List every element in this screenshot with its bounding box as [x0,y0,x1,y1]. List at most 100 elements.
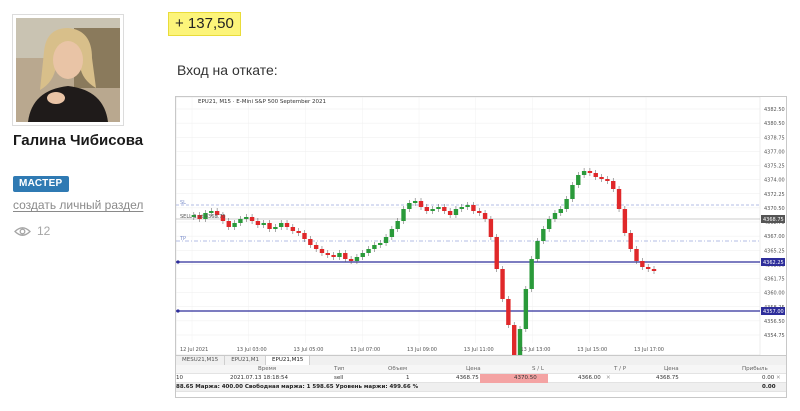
candle [628,233,633,249]
candle [244,217,249,219]
time-tick-label: 13 Jul 15:00 [577,347,607,353]
time-tick-label: 13 Jul 07:00 [350,347,380,353]
price-tick-label: 4380.50 [764,121,785,127]
chart-title: EPU21, M15 · E-Mini S&P 500 September 20… [198,99,326,105]
candle [512,325,517,355]
candle [447,211,453,215]
candle [232,223,237,227]
candle [593,173,598,177]
price-badge: 4368.75 [763,217,784,223]
candle [226,221,231,227]
price-tick-label: 4356.50 [764,319,785,325]
account-summary: 88.65 Маржа: 400.00 Свободная маржа: 1 5… [176,383,786,392]
price-tick-label: 4374.00 [764,178,785,184]
order-volume: 1 [406,375,410,381]
post-caption: Вход на откате: [177,62,278,78]
tab-epu21-m1[interactable]: EPU21,M1 [225,356,267,365]
price-tick-label: 4360.00 [764,291,785,297]
col-profit: Прибыль [742,366,768,372]
candle [500,269,505,299]
candle [581,171,587,175]
candle [558,209,563,213]
candle [360,253,365,257]
candle [523,289,529,329]
candle [354,257,360,261]
candle [418,201,424,207]
table-row[interactable]: 10 2021.07.13 18:18:54 sell 1 4368.75 43… [176,374,786,383]
candle [529,259,534,289]
candle [378,243,383,245]
col-current-price: Цена [664,366,679,372]
time-tick-label: 13 Jul 11:00 [464,347,494,353]
candle [267,223,272,229]
author-avatar-frame[interactable] [12,14,124,126]
candle [343,253,348,259]
candle [308,239,313,245]
candle [412,201,418,203]
candle [395,221,400,229]
col-tp: T / P [614,366,627,372]
candle [453,209,459,215]
candle [465,205,470,207]
candle [599,177,604,179]
sl-marker: SL [180,200,186,206]
candle [348,259,354,261]
col-volume: Объем [388,366,408,372]
view-count-value: 12 [37,224,51,238]
tab-mesu21-m15[interactable]: MESU21,M15 [176,356,226,365]
candle [564,199,569,209]
price-tick-label: 4354.75 [764,333,785,339]
price-badge: 4362.25 [763,260,784,266]
account-summary-profit: 0.00 [762,384,776,390]
order-profit: 0.00 [762,375,775,381]
candle [331,255,336,257]
col-price: Цена [466,366,481,372]
candle [401,209,406,221]
candle [616,189,622,209]
candle [576,175,581,185]
role-badge: МАСТЕР [13,176,69,192]
view-count: 12 [14,224,50,238]
price-tick-label: 4382.50 [764,107,785,113]
tab-epu21-m15[interactable]: EPU21,M15 [266,356,311,365]
order-tp[interactable]: 4366.00 [578,375,601,381]
candle [494,237,499,269]
author-name[interactable]: Галина Чибисова [13,132,153,150]
price-tick-label: 4372.25 [764,192,785,198]
candle [477,211,482,213]
candle [407,203,412,209]
eye-icon [14,226,31,236]
chart-tabs: MESU21,M15 EPU21,M1 EPU21,M15 [176,355,786,365]
candle [273,227,278,229]
profit-badge: + 137,50 [168,12,241,36]
candle [290,227,296,231]
create-personal-section-link[interactable]: создать личный раздел [13,198,143,212]
avatar[interactable] [16,18,120,122]
order-price: 4368.75 [456,375,479,381]
candle [471,205,476,211]
price-tick-label: 4370.50 [764,206,785,212]
time-axis: 12 Jul 2021 13 Jul 03:00 13 Jul 05:00 13 Ju… [180,347,664,353]
time-tick-label: 12 Jul 2021 [180,347,208,353]
time-tick-label: 13 Jul 17:00 [634,347,664,353]
candle [605,179,610,181]
candle [488,219,494,237]
order-type: sell [334,375,344,381]
candle [634,249,639,261]
orders-header: Время Тип Объем Цена S / L T / P Цена Пр… [176,365,786,374]
remove-tp-icon[interactable]: ✕ [606,375,611,381]
candle [459,207,464,209]
candle [383,237,389,243]
order-sl[interactable]: 4370.50 [514,375,537,381]
candle [640,261,645,267]
candle [436,207,441,209]
trading-chart-screenshot: 4382.50 4380.50 4378.75 4377.00 4375.25 4374.… [175,96,787,398]
col-type: Тип [334,366,345,372]
close-order-icon[interactable]: ✕ [776,375,781,381]
order-time: 2021.07.13 18:18:54 [230,375,288,381]
candle [261,223,266,225]
candle [482,213,488,219]
price-tick-label: 4378.75 [764,135,785,141]
time-tick-label: 13 Jul 09:00 [407,347,437,353]
time-tick-label: 13 Jul 13:00 [521,347,551,353]
